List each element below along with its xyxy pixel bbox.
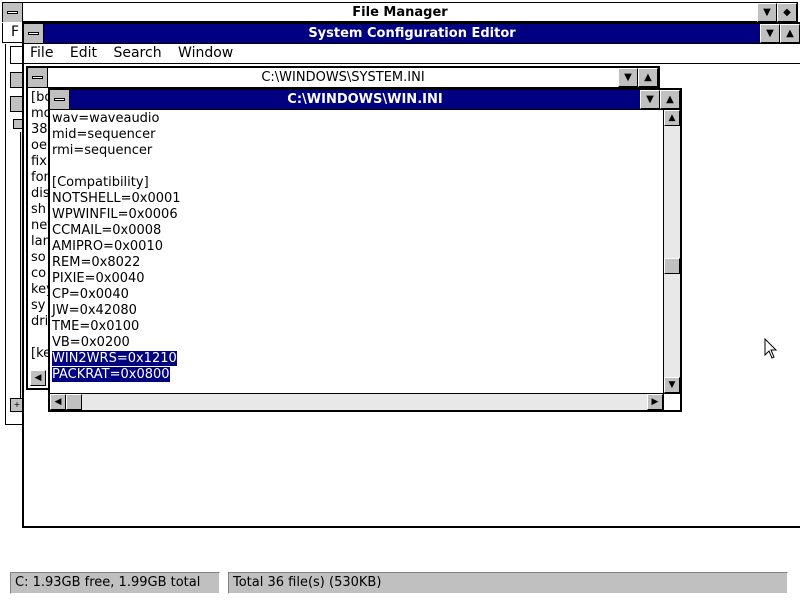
text-line[interactable]: wav=waveaudio	[52, 111, 181, 127]
scroll-down-arrow-icon[interactable]: ▼	[664, 377, 680, 393]
hscroll-thumb[interactable]	[66, 394, 82, 410]
file-manager-title: File Manager	[352, 5, 448, 20]
maximize-arrow-icon[interactable]: ▲	[780, 24, 800, 43]
maximize-arrow-icon[interactable]: ▲	[660, 90, 680, 109]
selected-text-line[interactable]: PACKRAT=0x0800	[52, 367, 181, 383]
scroll-up-arrow-icon[interactable]: ▲	[664, 110, 680, 126]
status-file-count: Total 36 file(s) (530KB)	[228, 572, 788, 594]
menu-file[interactable]: File	[24, 44, 59, 63]
vscroll-thumb[interactable]	[664, 258, 680, 274]
selected-text-line[interactable]: WIN2WRS=0x1210	[52, 351, 181, 367]
text-line[interactable]: PIXIE=0x0040	[52, 271, 181, 287]
text-line[interactable]: JW=0x42080	[52, 303, 181, 319]
system-ini-scroll-left[interactable]: ◀	[30, 370, 46, 386]
file-manager-left-strip: +	[5, 44, 26, 424]
minimize-arrow-icon[interactable]: ▼	[760, 24, 780, 43]
system-menu-icon[interactable]	[24, 24, 44, 43]
file-manager-menu-file[interactable]: F	[11, 24, 19, 40]
system-menu-icon[interactable]	[28, 68, 48, 87]
maximize-arrow-icon[interactable]: ▲	[638, 68, 658, 87]
win-ini-title: C:\WINDOWS\WIN.INI	[287, 92, 443, 107]
minimize-arrow-icon[interactable]: ▼	[618, 68, 638, 87]
scroll-corner	[663, 393, 680, 410]
menu-search[interactable]: Search	[107, 44, 167, 63]
text-line[interactable]: rmi=sequencer	[52, 143, 181, 159]
menu-edit[interactable]: Edit	[64, 44, 103, 63]
scroll-right-arrow-icon[interactable]: ▶	[647, 394, 663, 410]
win-ini-hscroll[interactable]: ◀ ▶	[50, 393, 663, 410]
text-line[interactable]: REM=0x8022	[52, 255, 181, 271]
status-disk-free: C: 1.93GB free, 1.99GB total	[10, 572, 220, 594]
sysedit-title: System Configuration Editor	[308, 26, 516, 41]
text-line[interactable]: CCMAIL=0x0008	[52, 223, 181, 239]
text-line[interactable]: AMIPRO=0x0010	[52, 239, 181, 255]
menu-window[interactable]: Window	[172, 44, 239, 63]
file-manager-titlebar[interactable]: File Manager ▼ ◆	[2, 2, 798, 22]
win-ini-window: C:\WINDOWS\WIN.INI ▼ ▲ wav=waveaudio mid=…	[48, 88, 682, 412]
text-line[interactable]: mid=sequencer	[52, 127, 181, 143]
win-ini-text[interactable]: wav=waveaudio mid=sequencer rmi=sequencer …	[52, 111, 181, 383]
text-line[interactable]: [Compatibility]	[52, 175, 181, 191]
text-line[interactable]: TME=0x0100	[52, 319, 181, 335]
restore-arrow-icon[interactable]: ◆	[777, 3, 797, 22]
text-line[interactable]: WPWINFIL=0x0006	[52, 207, 181, 223]
system-ini-titlebar[interactable]: C:\WINDOWS\SYSTEM.INI ▼ ▲	[28, 68, 658, 88]
system-menu-icon[interactable]	[3, 3, 23, 22]
scroll-left-arrow-icon[interactable]: ◀	[50, 394, 66, 410]
sysedit-titlebar[interactable]: System Configuration Editor ▼ ▲	[24, 24, 800, 44]
win-ini-titlebar[interactable]: C:\WINDOWS\WIN.INI ▼ ▲	[50, 90, 680, 110]
win-ini-vscroll[interactable]: ▲ ▼	[663, 110, 680, 393]
sysedit-menubar: File Edit Search Window	[24, 44, 800, 64]
system-menu-icon[interactable]	[50, 90, 70, 109]
text-line[interactable]: VB=0x0200	[52, 335, 181, 351]
text-line[interactable]: CP=0x0040	[52, 287, 181, 303]
text-line[interactable]	[52, 159, 181, 175]
file-manager-menubar: F	[2, 23, 24, 43]
system-ini-title: C:\WINDOWS\SYSTEM.INI	[261, 70, 425, 85]
minimize-arrow-icon[interactable]: ▼	[640, 90, 660, 109]
mouse-pointer-icon	[764, 338, 778, 359]
text-line[interactable]: NOTSHELL=0x0001	[52, 191, 181, 207]
minimize-arrow-icon[interactable]: ▼	[757, 3, 777, 22]
